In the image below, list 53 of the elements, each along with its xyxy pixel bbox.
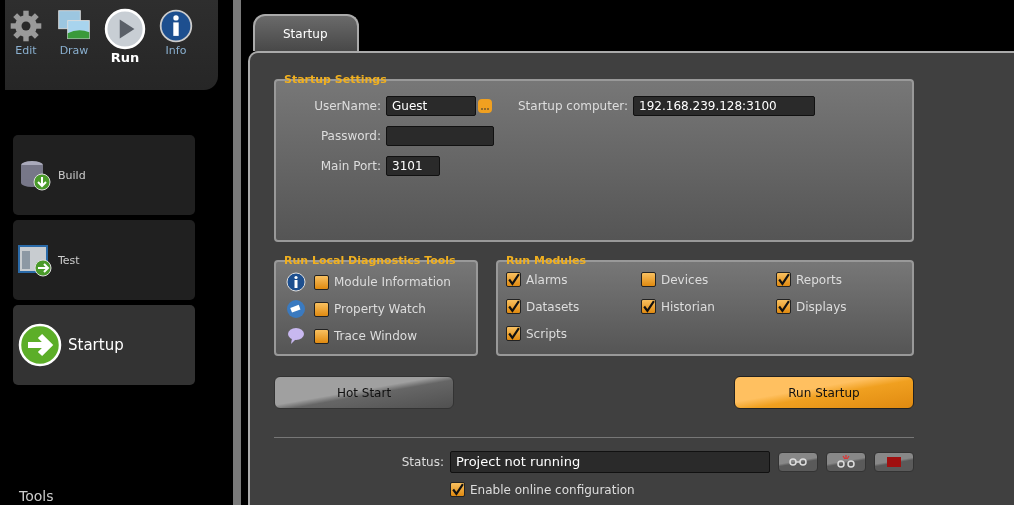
check-icon [507,327,520,340]
speech-bubble-icon [286,326,306,346]
checkbox[interactable]: Trace Window [314,328,417,344]
group-title: Run Modules [506,254,586,267]
field-label: Startup computer: [518,98,629,113]
settings-icon [8,8,44,44]
link-icon [788,457,808,467]
computer-field[interactable]: 192.168.239.128:3100 [633,95,816,116]
play-icon [104,8,146,50]
username-field[interactable]: Guest [386,95,476,116]
checkbox[interactable]: Devices [641,272,776,287]
info-icon [286,272,306,292]
password-field[interactable] [386,125,494,146]
disconnect-button[interactable] [826,452,866,472]
nav-item[interactable]: Startup [13,305,195,385]
checkbox[interactable]: Scripts [506,326,641,341]
tab[interactable]: Startup [253,14,359,51]
stop-button[interactable] [874,452,914,472]
checkbox[interactable]: Module Information [314,274,451,290]
check-icon [507,300,520,313]
nav-item[interactable]: Build [13,135,195,215]
connect-button[interactable] [778,452,818,472]
field-label: Password: [319,128,381,143]
port-field[interactable]: 3101 [386,155,440,176]
broken-link-icon [836,455,856,469]
info-icon [158,8,194,44]
check-icon [777,300,790,313]
checkbox[interactable]: Alarms [506,272,641,287]
toolbar-button[interactable]: Info [157,8,195,57]
check-icon [777,273,790,286]
check-icon [451,483,464,496]
checkbox[interactable]: Displays [776,299,911,314]
hot-start-button[interactable]: Hot Start [274,376,454,409]
group-title: Startup Settings [284,73,387,86]
status-label: Status: [400,455,444,469]
checkbox[interactable]: Enable online configuration [450,482,1014,497]
run-startup-button[interactable]: Run Startup [734,376,914,409]
section-label: Tools [19,488,55,504]
toolbar-button[interactable]: Run [103,8,147,65]
toolbar-button[interactable]: Draw [55,8,93,57]
stop-icon [887,457,901,467]
check-icon [642,300,655,313]
check-icon [507,273,520,286]
field-label: Main Port: [319,158,381,173]
group-title: Run Local Diagnostics Tools [284,254,456,267]
toolbar-button[interactable]: Edit [7,8,45,57]
nav-item[interactable]: Test [13,220,195,300]
status-field: Project not running [450,451,770,473]
checkbox[interactable]: Property Watch [314,301,426,317]
checkbox[interactable]: Datasets [506,299,641,314]
field-label: UserName: [313,98,381,113]
checkbox[interactable]: Historian [641,299,776,314]
checkbox[interactable]: Reports [776,272,911,287]
